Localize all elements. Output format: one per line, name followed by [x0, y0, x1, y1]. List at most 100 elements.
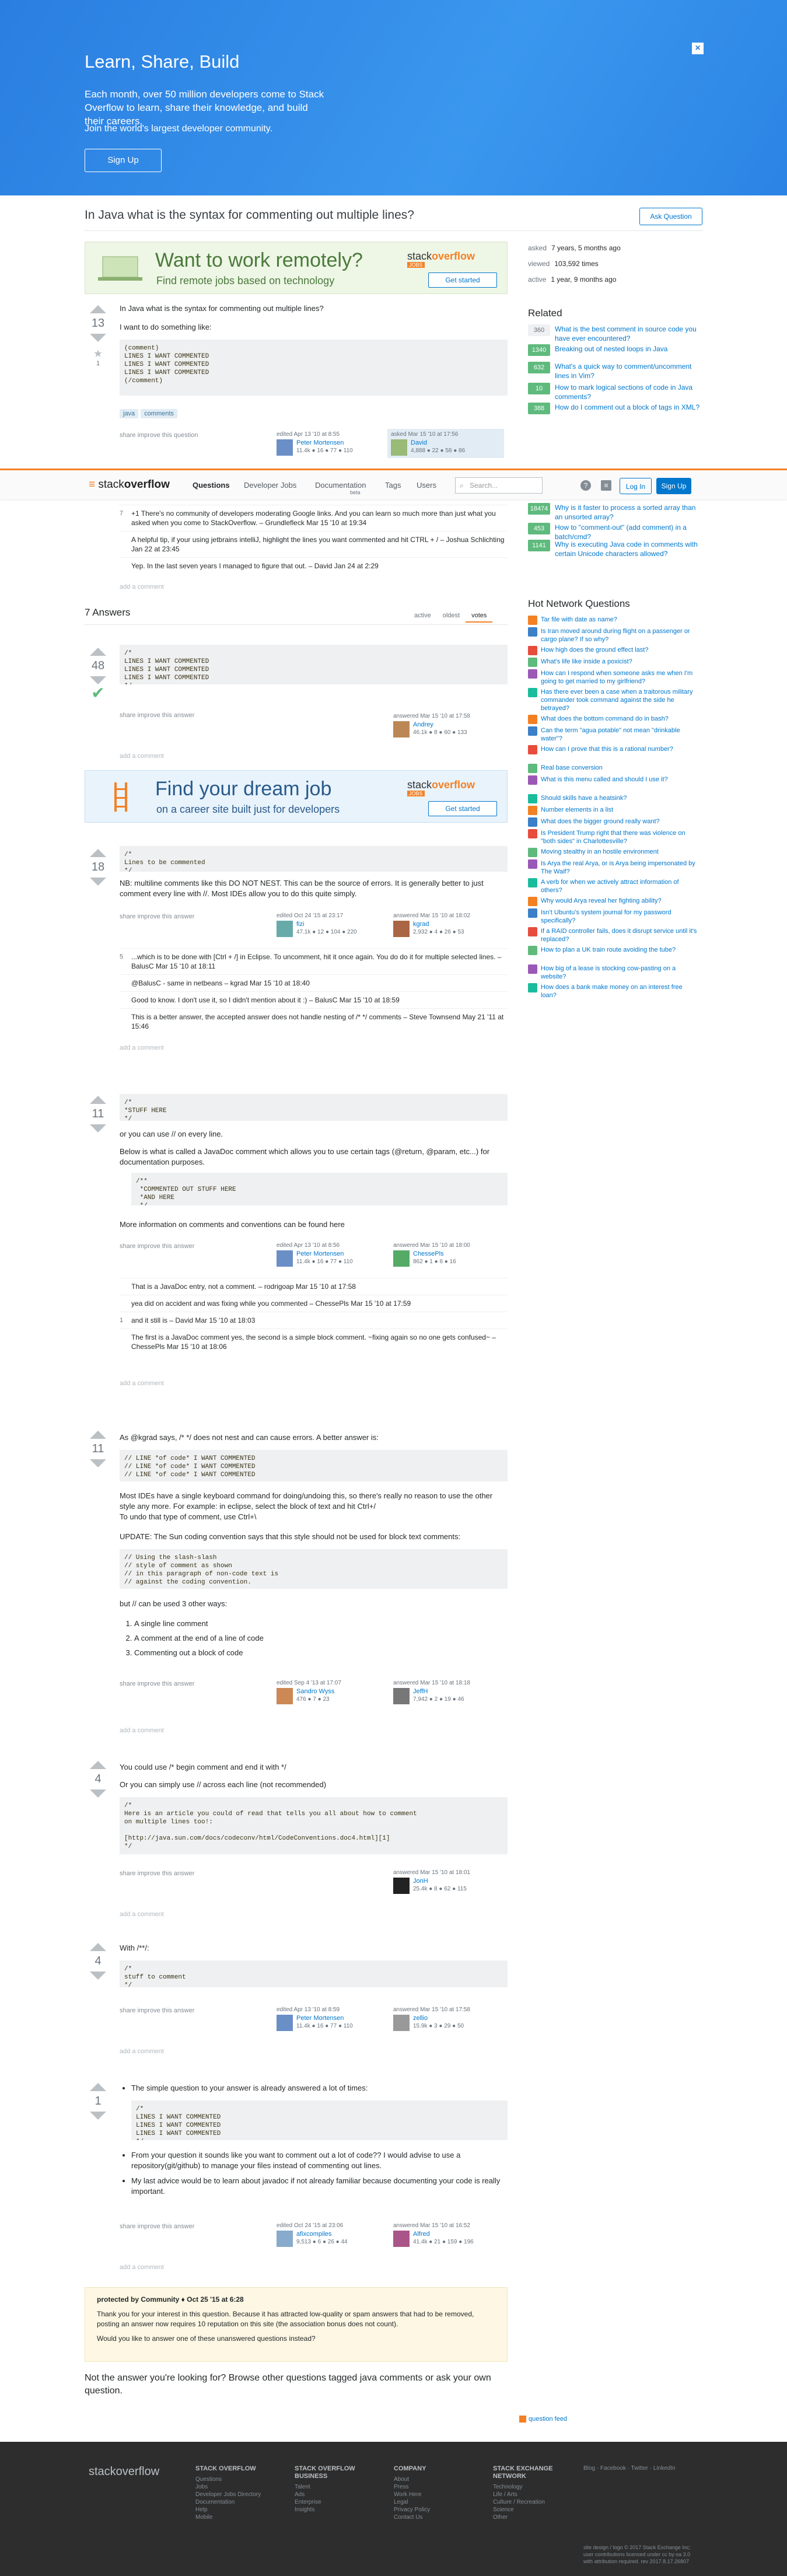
jobs-ad[interactable]: Find your dream job on a career site bui…	[85, 770, 508, 823]
hot-question-link[interactable]: Is Iran moved around during flight on a …	[541, 627, 698, 644]
hot-question-link[interactable]: Is Arya the real Arya, or is Arya being …	[541, 859, 698, 876]
footer-link[interactable]: Insights	[295, 2506, 382, 2514]
related-link[interactable]: What's a quick way to comment/uncomment …	[555, 362, 701, 380]
add-comment-link[interactable]: add a comment	[120, 1044, 164, 1051]
add-comment-link[interactable]: add a comment	[120, 753, 164, 760]
downvote-icon[interactable]	[90, 334, 106, 342]
add-comment-link[interactable]: add a comment	[120, 1727, 164, 1734]
user-link[interactable]: fizi	[296, 921, 304, 928]
user-link[interactable]: David	[411, 439, 427, 446]
footer-logo[interactable]: stackoverflow	[89, 2465, 159, 2479]
jobs-ad[interactable]: Want to work remotely? Find remote jobs …	[85, 242, 508, 294]
footer-link[interactable]: About	[394, 2476, 481, 2483]
search-input[interactable]: Search...	[455, 477, 543, 494]
hot-question-link[interactable]: Moving stealthy in an hostile environmen…	[541, 848, 698, 856]
user-link[interactable]: ChessePls	[413, 1250, 444, 1257]
answer-share-links[interactable]: share improve this answer	[120, 1243, 194, 1250]
add-comment-link[interactable]: add a comment	[120, 1380, 164, 1387]
footer-link[interactable]: Documentation	[195, 2498, 283, 2506]
ask-question-button[interactable]: Ask Question	[639, 208, 702, 225]
tab-active[interactable]: active	[408, 610, 437, 621]
social-links[interactable]: Blog · Facebook · Twitter · LinkedIn	[583, 2465, 676, 2472]
user-link[interactable]: Sandro Wyss	[296, 1688, 334, 1695]
hot-question-link[interactable]: What does the bigger ground really want?	[541, 817, 698, 826]
answer-share-links[interactable]: share improve this answer	[120, 2007, 194, 2014]
question-feed-link[interactable]: question feed	[519, 2416, 567, 2423]
hot-question-link[interactable]: How can I respond when someone asks me w…	[541, 669, 698, 686]
ad-get-started-button[interactable]: Get started	[428, 272, 497, 288]
footer-link[interactable]: Work Here	[394, 2491, 481, 2498]
hot-question-link[interactable]: How to plan a UK train route avoiding th…	[541, 946, 698, 954]
hot-question-link[interactable]: How does a bank make money on an interes…	[541, 983, 698, 999]
hot-question-link[interactable]: Why would Arya reveal her fighting abili…	[541, 897, 698, 905]
footer-link[interactable]: Jobs	[195, 2483, 283, 2491]
footer-link[interactable]: Privacy Policy	[394, 2506, 481, 2514]
footer-link[interactable]: Contact Us	[394, 2514, 481, 2521]
user-link[interactable]: Peter Mortensen	[296, 439, 344, 446]
hot-question-link[interactable]: What does the bottom command do in bash?	[541, 715, 698, 723]
stackoverflow-logo[interactable]: ≡ stackoverflow	[89, 478, 170, 491]
user-link[interactable]: Peter Mortensen	[296, 1250, 344, 1257]
downvote-icon[interactable]	[90, 2112, 106, 2120]
upvote-icon[interactable]	[90, 1431, 106, 1439]
footer-link[interactable]: Help	[195, 2506, 283, 2514]
answer-share-links[interactable]: share improve this answer	[120, 1680, 194, 1687]
downvote-icon[interactable]	[90, 1124, 106, 1133]
answer-share-links[interactable]: share improve this answer	[120, 913, 194, 920]
upvote-icon[interactable]	[90, 648, 106, 656]
related-link[interactable]: Why is executing Java code in comments w…	[555, 540, 701, 558]
question-share-links[interactable]: share improve this question	[120, 432, 198, 439]
related-link[interactable]: Why is it faster to process a sorted arr…	[555, 503, 701, 522]
footer-link[interactable]: Talent	[295, 2483, 382, 2491]
user-link[interactable]: Alfred	[413, 2231, 430, 2238]
nav-tags[interactable]: Tags	[385, 481, 401, 490]
nav-documentation[interactable]: Documentation	[315, 481, 366, 490]
hot-question-link[interactable]: What is this menu called and should I us…	[541, 775, 698, 784]
user-link[interactable]: JeffH	[413, 1688, 428, 1695]
nav-questions[interactable]: Questions	[193, 481, 230, 490]
related-link[interactable]: Breaking out of nested loops in Java	[555, 344, 701, 354]
footer-link[interactable]: Ads	[295, 2491, 382, 2498]
nav-developer-jobs[interactable]: Developer Jobs	[244, 481, 296, 490]
hot-question-link[interactable]: Is President Trump right that there was …	[541, 829, 698, 845]
hot-question-link[interactable]: Isn't Ubuntu's system journal for my pas…	[541, 908, 698, 925]
hot-question-link[interactable]: How can I prove that this is a rational …	[541, 745, 698, 753]
footer-link[interactable]: Science	[493, 2506, 580, 2514]
downvote-icon[interactable]	[90, 1972, 106, 1980]
user-link[interactable]: Andrey	[413, 721, 433, 728]
downvote-icon[interactable]	[90, 878, 106, 886]
upvote-icon[interactable]	[90, 849, 106, 857]
hot-question-link[interactable]: Should skills have a heatsink?	[541, 794, 698, 802]
footer-link[interactable]: Press	[394, 2483, 481, 2491]
tag-comments[interactable]: comments	[141, 409, 177, 418]
hot-question-link[interactable]: Number elements in a list	[541, 806, 698, 814]
upvote-icon[interactable]	[90, 305, 106, 313]
related-link[interactable]: How to mark logical sections of code in …	[555, 383, 701, 401]
downvote-icon[interactable]	[90, 1459, 106, 1467]
ad-get-started-button[interactable]: Get started	[428, 801, 497, 816]
hot-question-link[interactable]: How big of a lease is stocking cow-pasti…	[541, 964, 698, 981]
hot-question-link[interactable]: Has there ever been a case when a traito…	[541, 688, 698, 712]
footer-link[interactable]: Life / Arts	[493, 2491, 580, 2498]
hot-question-link[interactable]: A verb for when we actively attract info…	[541, 878, 698, 894]
hot-question-link[interactable]: Tar file with date as name?	[541, 616, 698, 624]
add-comment-link[interactable]: add a comment	[120, 2048, 164, 2055]
user-link[interactable]: Peter Mortensen	[296, 2015, 344, 2022]
related-link[interactable]: How do I comment out a block of tags in …	[555, 403, 701, 412]
login-button[interactable]: Log In	[620, 478, 652, 494]
close-icon[interactable]: ×	[692, 43, 704, 54]
footer-link[interactable]: Technology	[493, 2483, 580, 2491]
favorite-star-icon[interactable]: ★	[86, 348, 110, 360]
hot-question-link[interactable]: Real base conversion	[541, 764, 698, 772]
protected-unanswered-link[interactable]: Would you like to answer one of these un…	[97, 2334, 495, 2344]
avatar[interactable]	[277, 439, 293, 456]
nav-users[interactable]: Users	[417, 481, 436, 490]
footer-link[interactable]: Developer Jobs Directory	[195, 2491, 283, 2498]
footer-link[interactable]: Legal	[394, 2498, 481, 2506]
footer-link[interactable]: Questions	[195, 2476, 283, 2483]
downvote-icon[interactable]	[90, 676, 106, 684]
hero-signup-button[interactable]: Sign Up	[85, 149, 162, 172]
signup-button[interactable]: Sign Up	[656, 478, 691, 494]
tab-votes[interactable]: votes	[466, 610, 493, 623]
footer-link[interactable]: Enterprise	[295, 2498, 382, 2506]
